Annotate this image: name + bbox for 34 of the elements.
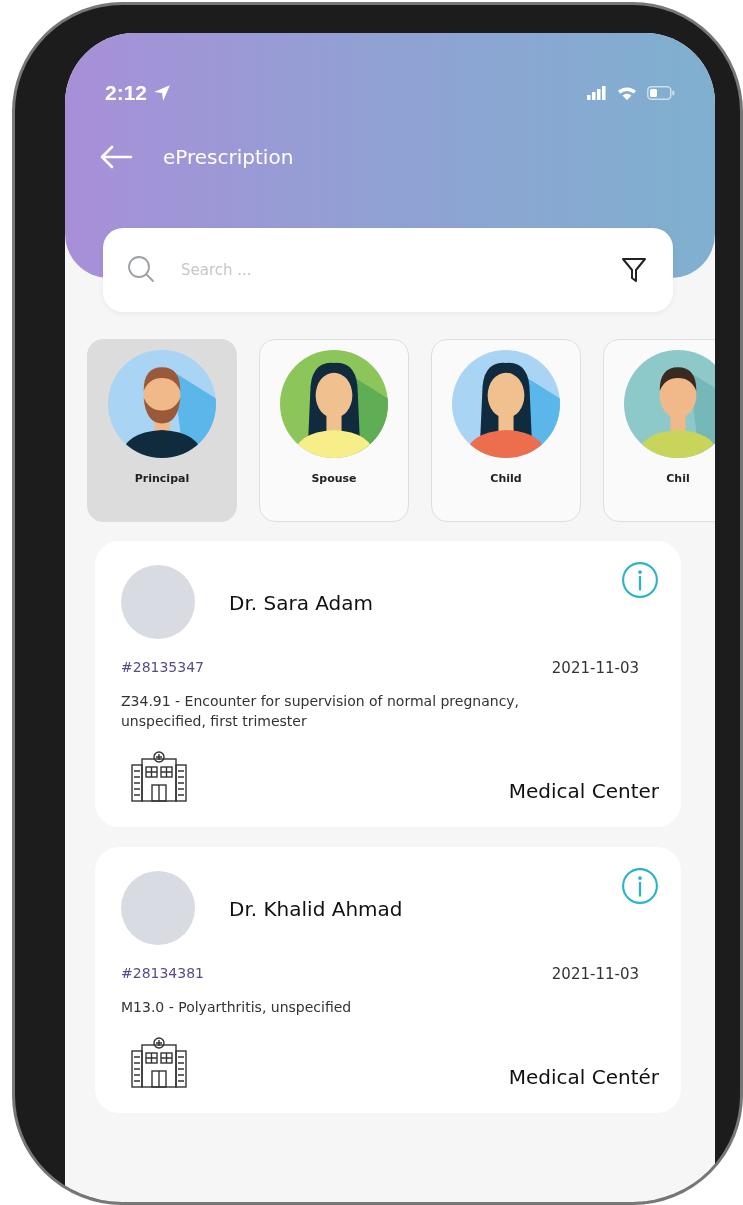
search-field[interactable]: Search ... bbox=[179, 260, 621, 280]
battery-icon bbox=[647, 86, 675, 100]
member-label: Child bbox=[490, 472, 522, 485]
member-label: Chil bbox=[666, 472, 690, 485]
filter-icon[interactable] bbox=[621, 256, 647, 284]
screen-title: ePrescription bbox=[163, 145, 294, 169]
diagnosis-text: Z34.91 - Encounter for supervision of normal pregnancy, unspecified, first trimester bbox=[121, 692, 521, 731]
hospital-icon bbox=[131, 751, 187, 803]
doctor-name: Dr. Khalid Ahmad bbox=[229, 897, 403, 921]
signal-icon bbox=[587, 86, 607, 100]
search-icon bbox=[127, 255, 157, 285]
info-icon[interactable] bbox=[621, 561, 659, 599]
member-label: Principal bbox=[134, 472, 190, 485]
prescription-date: 2021-11-03 bbox=[551, 659, 639, 677]
family-member-card[interactable]: Child bbox=[431, 339, 581, 522]
diagnosis-text: M13.0 - Polyarthritis, unspecified bbox=[121, 998, 353, 1017]
status-time: 2:12 bbox=[105, 81, 148, 105]
prescription-number: #28135347 bbox=[121, 659, 204, 677]
info-icon[interactable] bbox=[621, 867, 659, 905]
prescription-number: #28134381 bbox=[121, 965, 204, 983]
doctor-name: Dr. Sara Adam bbox=[229, 591, 374, 615]
location-arrow-icon bbox=[153, 84, 172, 102]
member-label: Spouse bbox=[311, 472, 357, 485]
family-member-card[interactable]: Spouse bbox=[259, 339, 409, 522]
wifi-icon bbox=[617, 85, 637, 101]
prescription-card[interactable]: Dr. Khalid Ahmad #28134381 2021-11-03 M13.0 - Polyarthritis, unspecified Medical Centér bbox=[95, 847, 681, 1113]
family-member-card[interactable]: Chil bbox=[603, 339, 715, 522]
back-arrow-icon[interactable] bbox=[99, 145, 133, 169]
hospital-icon bbox=[131, 1037, 187, 1089]
prescription-date: 2021-11-03 bbox=[551, 965, 639, 983]
facility-name: Medical Centér bbox=[508, 1065, 659, 1089]
prescription-card[interactable]: Dr. Sara Adam #28135347 2021-11-03 Z34.91 - Encounter for supervision of normal pregnancy, unspecified, first trimester Medical Center bbox=[95, 541, 681, 827]
family-member-card[interactable]: Principal bbox=[87, 339, 237, 522]
facility-name: Medical Center bbox=[508, 779, 659, 803]
